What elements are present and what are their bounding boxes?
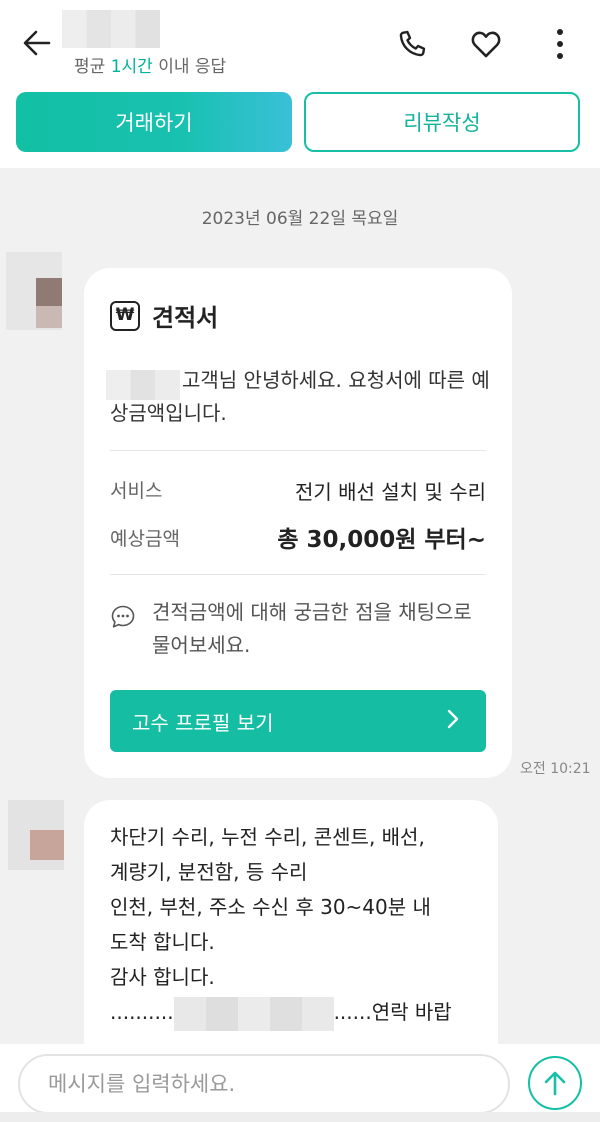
message-time: 오전 10:21 [520, 761, 591, 777]
avatar[interactable] [6, 252, 62, 330]
divider [110, 574, 486, 575]
heart-icon[interactable] [466, 24, 506, 64]
phone-icon[interactable] [392, 24, 432, 64]
message-line: .......... ......연락 바랍 [110, 995, 480, 1031]
message-line: 도착 합니다. [110, 930, 215, 954]
message-input-bar [0, 1044, 600, 1122]
response-time: 평균 1시간 이내 응답 [74, 57, 227, 77]
back-arrow-icon[interactable] [20, 26, 54, 60]
deal-button[interactable]: 거래하기 [16, 92, 292, 152]
send-arrow-icon[interactable] [528, 1056, 582, 1110]
partner-name-blurred [62, 10, 160, 48]
quote-greeting: 고객님 안녕하세요. 요청서에 따른 예상금액입니다. [110, 368, 490, 425]
chat-bubble-icon [110, 604, 136, 630]
more-vertical-icon[interactable] [540, 24, 580, 64]
avatar[interactable] [8, 800, 64, 878]
quote-inquiry-text: 견적금액에 대해 궁금한 점을 채팅으로 물어보세요. [152, 600, 472, 657]
message-line: 계량기, 분전함, 등 수리 [110, 860, 308, 884]
chat-header: 평균 1시간 이내 응답 거래하기 리뷰작성 [0, 0, 600, 168]
message-text: 차단기 수리, 누전 수리, 콘센트, 배선, 계량기, 분전함, 등 수리 인… [110, 820, 480, 1031]
price-label: 예상금액 [110, 528, 180, 550]
quote-card: ₩ 견적서 고객님 안녕하세요. 요청서에 따른 예상금액입니다. 서비스 전기… [84, 268, 512, 778]
quote-card-header: ₩ 견적서 [110, 298, 218, 333]
message-input[interactable] [18, 1054, 510, 1114]
write-review-button[interactable]: 리뷰작성 [304, 92, 580, 152]
service-value: 전기 배선 설치 및 수리 [294, 480, 486, 504]
price-value: 총 30,000원 부터~ [277, 527, 486, 553]
message-line: 차단기 수리, 누전 수리, 콘센트, 배선, [110, 825, 425, 849]
view-pro-profile-button[interactable]: 고수 프로필 보기 [110, 690, 486, 752]
response-time-value: 1시간 [110, 57, 153, 77]
bottom-edge [0, 1112, 600, 1122]
service-label: 서비스 [110, 480, 163, 502]
quote-card-title: 견적서 [152, 304, 219, 332]
message-line: 인천, 부천, 주소 수신 후 30~40분 내 [110, 895, 431, 919]
divider [110, 450, 486, 451]
message-line: 감사 합니다. [110, 965, 215, 989]
contact-blurred [173, 996, 334, 1031]
won-icon: ₩ [110, 300, 140, 331]
chevron-right-icon [446, 708, 460, 735]
view-pro-profile-label: 고수 프로필 보기 [132, 710, 274, 735]
date-separator: 2023년 06월 22일 목요일 [201, 209, 399, 229]
